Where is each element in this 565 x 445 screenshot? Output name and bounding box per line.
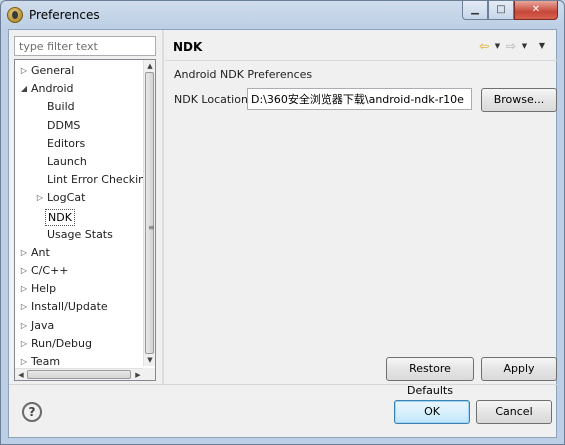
ok-button[interactable]: OK <box>394 400 470 424</box>
tree-item[interactable]: NDK <box>15 208 143 226</box>
scroll-left-icon[interactable]: ◀ <box>15 369 27 380</box>
preferences-window: Preferences ▁ □ ✕ ▷General◢AndroidBuildD… <box>0 0 565 445</box>
dialog-client: ▷General◢AndroidBuildDDMSEditorsLaunchLi… <box>8 29 558 438</box>
tree-item-label: Lint Error Checking <box>47 173 153 187</box>
collapsed-arrow-icon[interactable]: ▷ <box>35 189 45 207</box>
footer-separator <box>9 384 558 385</box>
tree-vertical-scrollbar[interactable]: ▲ ≡ ▼ <box>143 60 155 366</box>
view-menu-icon[interactable]: ▼ <box>535 38 549 54</box>
history-navigation: ⇦ ▼ ⇨ ▼ ▼ <box>477 38 549 54</box>
pane-splitter[interactable] <box>162 30 164 384</box>
tree-list: ▷ General ◢ Android Build DDMS Editors Launch Li… <box>15 62 152 371</box>
browse-button[interactable]: Browse... <box>481 88 557 112</box>
collapsed-arrow-icon[interactable]: ▷ <box>19 244 29 262</box>
forward-dropdown-icon[interactable]: ▼ <box>520 38 529 54</box>
close-button[interactable]: ✕ <box>514 1 558 20</box>
grip-icon: ≡ <box>148 223 155 232</box>
collapsed-arrow-icon[interactable]: ▷ <box>19 298 29 316</box>
tree-item[interactable]: ▷ Java <box>15 317 143 335</box>
collapsed-arrow-icon[interactable]: ▷ <box>19 335 29 353</box>
tree-item-label: Install/Update <box>31 300 108 314</box>
tree-item[interactable]: Lint Error Checking <box>15 171 152 189</box>
filter-input[interactable] <box>14 36 156 56</box>
ndk-location-field[interactable] <box>247 88 472 110</box>
tree-item-label: Ant <box>31 245 50 259</box>
hscroll-thumb[interactable] <box>27 370 131 379</box>
navigation-pane: ▷General◢AndroidBuildDDMSEditorsLaunchLi… <box>12 34 160 382</box>
tree-item-label: Java <box>31 318 55 332</box>
tree-item[interactable]: Build <box>15 98 143 116</box>
preference-page: NDK ⇦ ▼ ⇨ ▼ ▼ Android NDK Preferences ND… <box>165 30 557 397</box>
tree-item[interactable]: Usage Stats <box>15 226 143 244</box>
cancel-button[interactable]: Cancel <box>476 400 552 424</box>
restore-defaults-button[interactable]: Restore Defaults <box>386 357 474 397</box>
scroll-thumb[interactable]: ≡ <box>145 72 155 354</box>
tree-item[interactable]: ▷ Help <box>15 280 143 298</box>
tree-item[interactable]: ▷ LogCat <box>15 189 143 207</box>
tree-item[interactable]: ▷ General <box>15 62 143 80</box>
tree-item[interactable]: ▷ Run/Debug <box>15 335 143 353</box>
maximize-button[interactable]: □ <box>488 1 514 20</box>
help-icon[interactable]: ? <box>22 402 42 422</box>
minimize-button[interactable]: ▁ <box>462 1 488 20</box>
tree-item-label: Editors <box>47 136 86 150</box>
apply-button[interactable]: Apply <box>481 357 557 381</box>
section-heading: Android NDK Preferences <box>174 68 313 81</box>
expanded-arrow-icon[interactable]: ◢ <box>19 80 29 98</box>
tree-item-label: Run/Debug <box>31 336 92 350</box>
collapsed-arrow-icon[interactable]: ▷ <box>19 280 29 298</box>
tree-horizontal-scrollbar[interactable]: ◀ ▶ <box>15 368 144 380</box>
title-bar[interactable]: Preferences ▁ □ ✕ <box>1 1 564 29</box>
scroll-up-icon[interactable]: ▲ <box>144 60 155 72</box>
tree-item-label: General <box>31 64 75 77</box>
collapsed-arrow-icon[interactable]: ▷ <box>19 317 29 335</box>
scroll-corner <box>143 368 155 380</box>
tree-item-label: Usage Stats <box>47 227 113 241</box>
ndk-location-label: NDK Location <box>174 93 248 106</box>
tree-item-label: Launch <box>47 154 87 168</box>
collapsed-arrow-icon[interactable]: ▷ <box>19 62 29 80</box>
eclipse-icon <box>7 7 23 23</box>
tree-item-label: LogCat <box>47 191 86 205</box>
tree-item-label: NDK <box>45 208 75 226</box>
back-arrow-icon[interactable]: ⇦ <box>477 38 491 54</box>
collapsed-arrow-icon[interactable]: ▷ <box>19 262 29 280</box>
preference-tree: ▷ General ◢ Android Build DDMS Editors Launch Li… <box>14 59 156 381</box>
header-separator <box>165 60 557 61</box>
tree-item[interactable]: DDMS <box>15 117 143 135</box>
tree-item[interactable]: ▷ Ant <box>15 244 143 262</box>
tree-item-label: DDMS <box>47 118 81 132</box>
tree-item[interactable]: ◢ Android <box>15 80 143 98</box>
tree-item-label: Android <box>31 82 74 96</box>
tree-item[interactable]: Launch <box>15 153 143 171</box>
page-title: NDK <box>173 40 203 54</box>
tree-item[interactable]: Editors <box>15 135 143 153</box>
tree-item-label: C/C++ <box>31 264 69 278</box>
window-title: Preferences <box>29 8 100 22</box>
scroll-down-icon[interactable]: ▼ <box>144 354 155 366</box>
back-dropdown-icon[interactable]: ▼ <box>493 38 502 54</box>
tree-item-label: Build <box>47 100 75 114</box>
tree-item[interactable]: ▷ C/C++ <box>15 262 143 280</box>
forward-arrow-icon[interactable]: ⇨ <box>504 38 518 54</box>
tree-item-label: Help <box>31 282 57 296</box>
tree-item[interactable]: ▷ Install/Update <box>15 298 143 316</box>
